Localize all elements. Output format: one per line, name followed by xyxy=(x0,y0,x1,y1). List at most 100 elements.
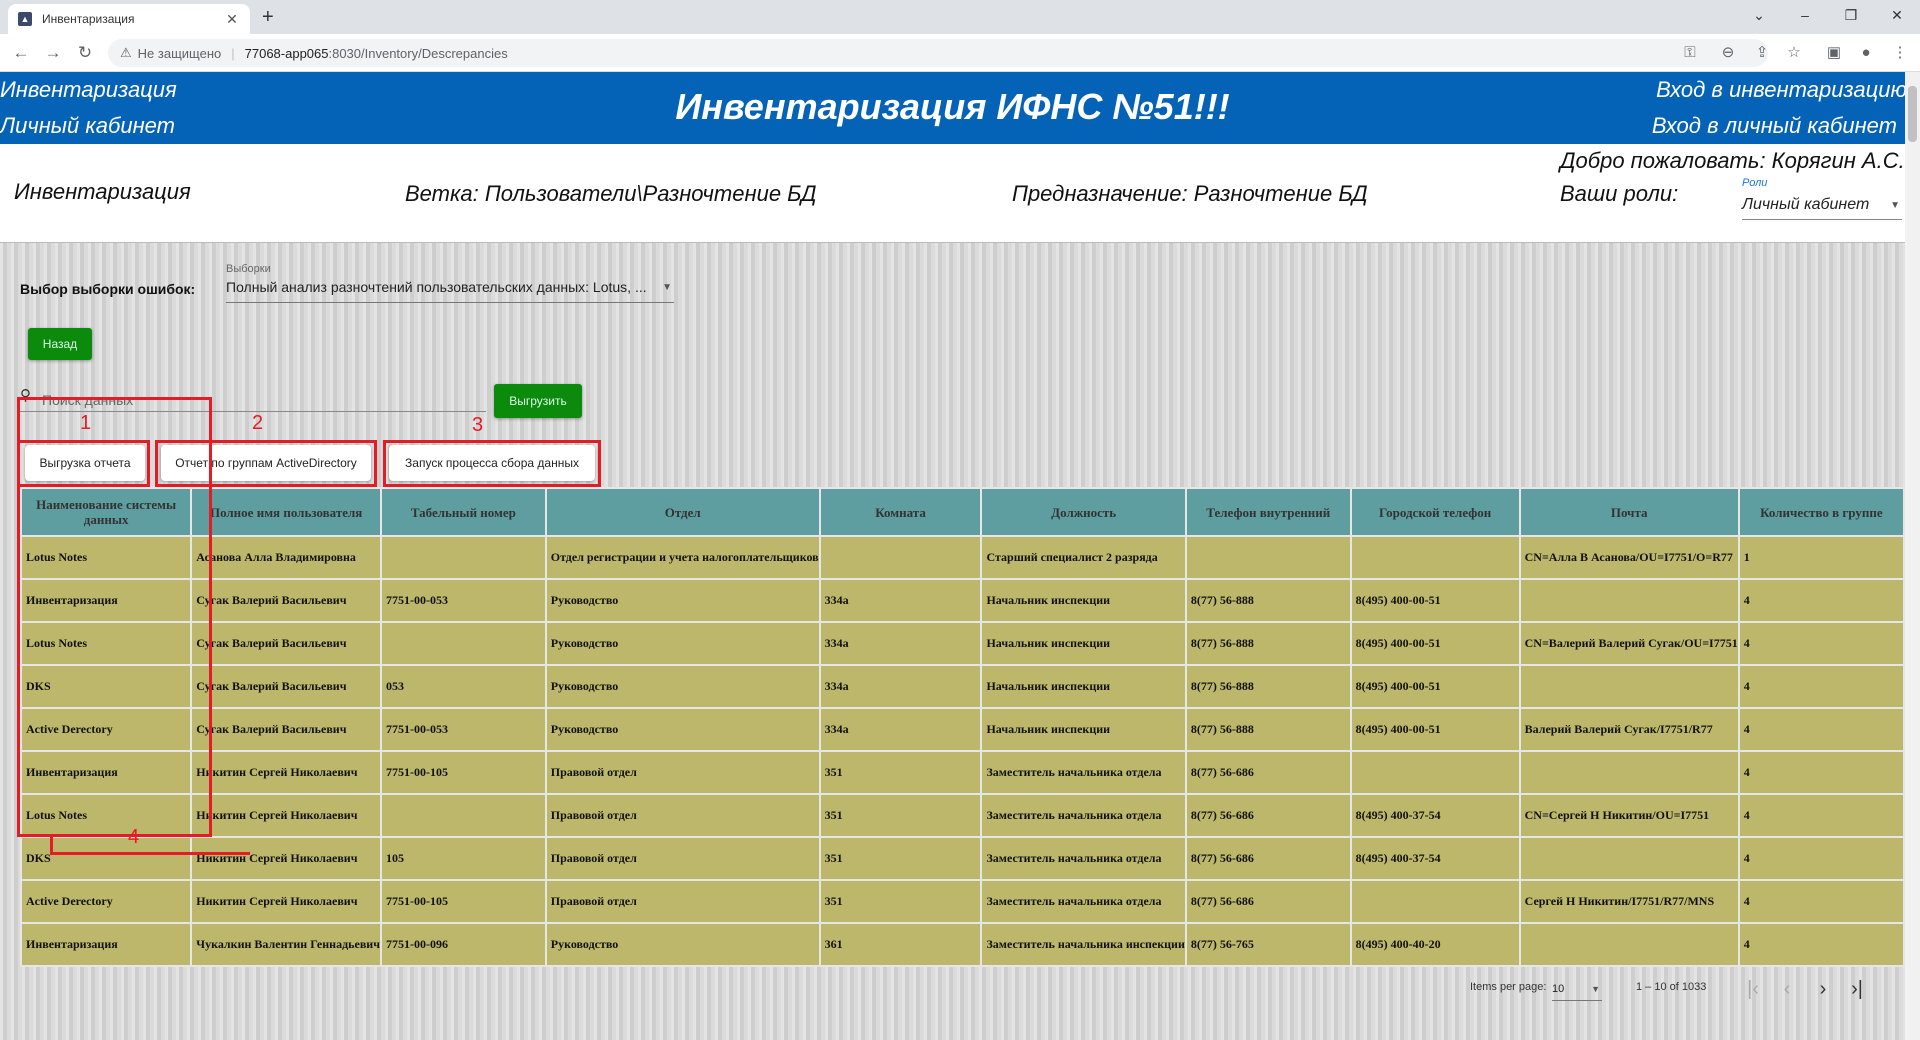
table-cell: Руководство xyxy=(544,664,821,709)
table-row[interactable]: DKS Сугак Валерий Васильевич 053 Руководств… xyxy=(19,664,1906,709)
table-cell: 8(77) 56-686 xyxy=(1184,750,1352,795)
table-cell: Заместитель начальника отдела xyxy=(980,793,1187,838)
table-cell: 7751-00-053 xyxy=(379,707,547,752)
url-field[interactable]: ⚠ Не защищено | 77068-app065 :8030/Inven… xyxy=(108,39,1768,67)
security-status[interactable]: Не защищено xyxy=(138,46,222,61)
column-header[interactable]: Почта xyxy=(1518,487,1740,537)
url-path: :8030/Inventory/Descrepancies xyxy=(328,45,508,61)
table-row[interactable]: Инвентаризация Чукалкин Валентин Геннадье… xyxy=(19,922,1906,967)
last-page-icon[interactable]: ›| xyxy=(1846,978,1868,1000)
column-header[interactable]: Телефон внутренний xyxy=(1184,487,1352,537)
table-row[interactable]: DKS Никитин Сергей Николаевич 105 Правовой … xyxy=(19,836,1906,881)
key-icon[interactable]: ⚿ xyxy=(1680,43,1700,63)
table-cell: CN=Сергей Н Никитин/OU=I7751 xyxy=(1518,793,1740,838)
table-row[interactable]: Lotus Notes Асанова Алла Владимировна Отде… xyxy=(19,535,1906,580)
selection-select[interactable]: Полный анализ разночтений пользовательск… xyxy=(226,279,674,303)
table-cell xyxy=(1518,664,1740,709)
column-header[interactable]: Отдел xyxy=(544,487,821,537)
annotation-number-2: 2 xyxy=(252,412,264,434)
table-cell xyxy=(379,535,547,580)
browser-tab[interactable]: ▲ Инвентаризация ✕ xyxy=(8,4,250,34)
column-header[interactable]: Количество в группе xyxy=(1737,487,1906,537)
back-button[interactable]: Назад xyxy=(28,328,92,360)
login-inventory-link[interactable]: Вход в инвентаризацию xyxy=(1656,77,1907,103)
export-button[interactable]: Выгрузить xyxy=(494,384,582,418)
table-cell: CN=Алла В Асанова/OU=I7751/O=R77 xyxy=(1518,535,1740,580)
table-cell: 8(77) 56-686 xyxy=(1184,879,1352,924)
column-header[interactable]: Табельный номер xyxy=(379,487,547,537)
table-cell: Руководство xyxy=(544,578,821,623)
first-page-icon[interactable]: |‹ xyxy=(1742,978,1764,1000)
table-row[interactable]: Active Derectory Сугак Валерий Васильевич… xyxy=(19,707,1906,752)
next-page-icon[interactable]: › xyxy=(1812,978,1834,1000)
bookmark-star-icon[interactable]: ☆ xyxy=(1784,43,1804,63)
reload-icon[interactable]: ↻ xyxy=(74,42,96,64)
column-header[interactable]: Должность xyxy=(980,487,1187,537)
close-window-icon[interactable]: ✕ xyxy=(1874,4,1920,26)
table-cell: 334а xyxy=(818,621,983,666)
table-cell: Отдел регистрации и учета налогоплательщ… xyxy=(544,535,821,580)
main-content: Выбор выборки ошибок: Выборки Полный ана… xyxy=(0,242,1906,1040)
table-row[interactable]: Инвентаризация Сугак Валерий Васильевич 77… xyxy=(19,578,1906,623)
selection-field-label: Выборки xyxy=(226,263,271,275)
warning-icon[interactable]: ⚠ xyxy=(120,45,132,61)
roles-selected-value: Личный кабинет xyxy=(1742,196,1870,213)
tab-search-icon[interactable]: ⌄ xyxy=(1736,4,1782,26)
new-tab-button[interactable]: + xyxy=(262,6,274,28)
column-header[interactable]: Комната xyxy=(818,487,983,537)
column-header[interactable]: Городской телефон xyxy=(1349,487,1521,537)
browser-menu-icon[interactable]: ⋮ xyxy=(1890,43,1910,63)
table-row[interactable]: Lotus Notes Никитин Сергей Николаевич Прав… xyxy=(19,793,1906,838)
table-cell: 8(495) 400-00-51 xyxy=(1349,621,1521,666)
table-row[interactable]: Lotus Notes Сугак Валерий Васильевич Руков… xyxy=(19,621,1906,666)
page-scrollbar[interactable] xyxy=(1905,72,1920,1040)
table-row[interactable]: Инвентаризация Никитин Сергей Николаевич 7… xyxy=(19,750,1906,795)
subheader: Инвентаризация Ветка: Пользователи\Разно… xyxy=(0,144,1905,242)
table-cell xyxy=(1518,578,1740,623)
table-cell: Active Derectory xyxy=(19,879,193,924)
table-cell: Заместитель начальника отдела xyxy=(980,750,1187,795)
table-cell: 4 xyxy=(1737,750,1906,795)
column-header[interactable]: Полное имя пользователя xyxy=(190,487,382,537)
login-personal-cabinet-link[interactable]: Вход в личный кабинет xyxy=(1652,113,1897,139)
annotation-number-3: 3 xyxy=(472,414,484,436)
table-cell: Правовой отдел xyxy=(544,836,821,881)
table-cell: CN=Валерий Валерий Сугак/OU=I7751 xyxy=(1518,621,1740,666)
items-per-page-value: 10 xyxy=(1552,983,1565,995)
annotation-box-4 xyxy=(17,397,212,837)
start-collection-button[interactable]: Запуск процесса сбора данных xyxy=(389,445,595,481)
table-cell xyxy=(818,535,983,580)
table-cell: 8(77) 56-888 xyxy=(1184,707,1352,752)
table-cell: 361 xyxy=(818,922,983,967)
items-per-page-select[interactable]: 10 ▼ xyxy=(1552,983,1602,1001)
table-cell: 8(495) 400-00-51 xyxy=(1349,707,1521,752)
table-cell: 7751-00-053 xyxy=(379,578,547,623)
table-cell xyxy=(1518,750,1740,795)
table-cell: Сугак Валерий Васильевич xyxy=(190,621,382,666)
page-title: Инвентаризация ИФНС №51!!! xyxy=(675,86,1230,127)
table-cell: 334а xyxy=(818,707,983,752)
table-cell: 334а xyxy=(818,578,983,623)
tab-title: Инвентаризация xyxy=(42,12,135,26)
roles-field-label: Роли xyxy=(1742,177,1768,189)
back-arrow-icon[interactable]: ← xyxy=(10,42,32,64)
table-cell: 4 xyxy=(1737,879,1906,924)
table-cell: Начальник инспекции xyxy=(980,664,1187,709)
table-cell: Валерий Валерий Сугак/I7751/R77 xyxy=(1518,707,1740,752)
side-panel-icon[interactable]: ▣ xyxy=(1824,43,1844,63)
share-icon[interactable]: ⇪ xyxy=(1752,43,1772,63)
minimize-icon[interactable]: – xyxy=(1782,4,1828,26)
profile-icon[interactable]: ● xyxy=(1856,43,1876,63)
restore-icon[interactable]: ❐ xyxy=(1828,4,1874,26)
forward-arrow-icon[interactable]: → xyxy=(42,42,64,64)
table-row[interactable]: Active Derectory Никитин Сергей Николаеви… xyxy=(19,879,1906,924)
scroll-thumb[interactable] xyxy=(1908,86,1917,142)
table-cell: 8(77) 56-686 xyxy=(1184,793,1352,838)
table-cell: Руководство xyxy=(544,621,821,666)
zoom-icon[interactable]: ⊖ xyxy=(1718,43,1738,63)
previous-page-icon[interactable]: ‹ xyxy=(1776,978,1798,1000)
tab-close-icon[interactable]: ✕ xyxy=(224,11,240,28)
roles-select[interactable]: Личный кабинет ▼ xyxy=(1742,196,1902,220)
table-cell: Никитин Сергей Николаевич xyxy=(190,879,382,924)
table-cell: 8(495) 400-37-54 xyxy=(1349,836,1521,881)
